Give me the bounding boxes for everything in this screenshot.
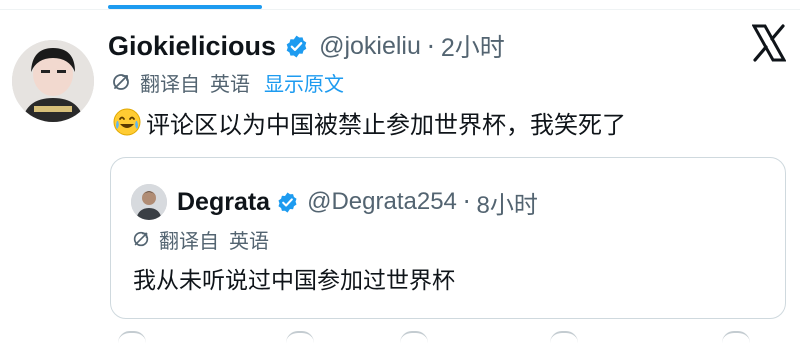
quoted-tweet-card[interactable]: Degrata @Degrata254 · 8小时 翻译自 英语 我从未听说过中… bbox=[110, 157, 786, 319]
display-name[interactable]: Giokielicious bbox=[108, 31, 276, 62]
tweet-action-bar bbox=[110, 331, 786, 341]
share-icon[interactable] bbox=[722, 331, 750, 343]
x-logo-icon[interactable] bbox=[751, 24, 787, 62]
active-tab-indicator bbox=[108, 5, 262, 9]
tweet-text: 评论区以为中国被禁止参加世界杯，我笑死了 bbox=[112, 104, 626, 140]
timestamp[interactable]: 2小时 bbox=[441, 28, 505, 64]
quoted-avatar[interactable] bbox=[131, 184, 167, 220]
translate-icon bbox=[131, 229, 151, 249]
like-icon[interactable] bbox=[400, 331, 428, 343]
quoted-timestamp[interactable]: 8小时 bbox=[477, 185, 538, 220]
quoted-handle[interactable]: @Degrata254 bbox=[307, 188, 457, 216]
quoted-translation-row: 翻译自 英语 bbox=[131, 224, 269, 254]
quoted-tweet-body: 我从未听说过中国参加过世界杯 bbox=[133, 268, 455, 294]
verified-badge-icon bbox=[276, 191, 299, 214]
reply-icon[interactable] bbox=[118, 331, 146, 343]
separator: · bbox=[426, 31, 435, 61]
avatar-image bbox=[12, 40, 94, 122]
translated-from-label: 翻译自 bbox=[140, 71, 200, 96]
top-divider bbox=[0, 9, 800, 10]
avatar[interactable] bbox=[12, 40, 94, 122]
tweet-header: Giokielicious @jokieliu · 2小时 bbox=[108, 24, 505, 68]
quoted-tweet-header: Degrata @Degrata254 · 8小时 bbox=[131, 182, 538, 222]
translation-row: 翻译自 英语 显示原文 bbox=[110, 66, 344, 98]
handle[interactable]: @jokieliu bbox=[319, 32, 421, 61]
verified-badge-icon bbox=[284, 34, 309, 59]
quoted-source-language: 英语 bbox=[229, 228, 269, 253]
quoted-translated-from-label: 翻译自 bbox=[159, 228, 219, 253]
crying-laughing-emoji bbox=[112, 107, 142, 137]
source-language: 英语 bbox=[210, 71, 250, 96]
translate-icon bbox=[110, 71, 132, 93]
retweet-icon[interactable] bbox=[286, 331, 314, 343]
views-icon[interactable] bbox=[550, 331, 578, 343]
quoted-display-name[interactable]: Degrata bbox=[177, 188, 270, 217]
quoted-separator: · bbox=[462, 188, 471, 216]
tweet-body: 评论区以为中国被禁止参加世界杯，我笑死了 bbox=[146, 110, 626, 139]
show-original-link[interactable]: 显示原文 bbox=[264, 68, 344, 97]
